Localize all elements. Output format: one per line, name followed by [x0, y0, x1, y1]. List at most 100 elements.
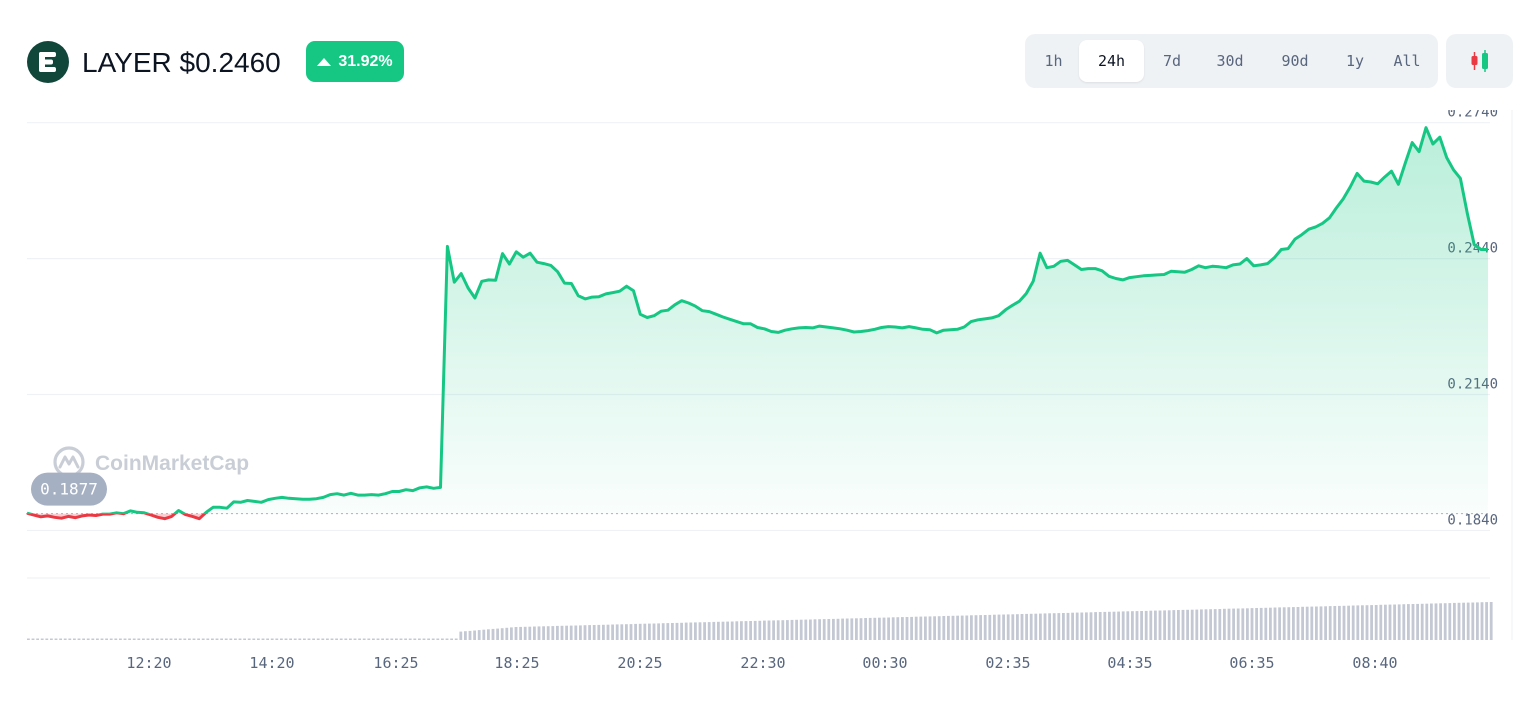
- volume-bar: [947, 615, 950, 640]
- volume-bar: [224, 638, 228, 640]
- volume-bars: [27, 577, 1493, 640]
- volume-bar: [109, 638, 113, 640]
- volume-bar: [50, 638, 53, 640]
- range-button-24h[interactable]: 24h: [1079, 40, 1144, 82]
- volume-bar: [956, 615, 959, 640]
- up-arrow-icon: [317, 57, 332, 66]
- volume-bar: [1255, 608, 1258, 640]
- volume-bar: [1411, 604, 1415, 640]
- volume-bar: [1351, 605, 1355, 640]
- volume-bar: [105, 638, 108, 640]
- volume-bar: [942, 616, 946, 640]
- volume-bar: [1434, 603, 1438, 640]
- volume-bar: [77, 638, 81, 640]
- volume-bar: [1057, 613, 1061, 640]
- volume-bar: [790, 619, 794, 640]
- volume-bar: [694, 622, 697, 640]
- volume-bar: [1407, 604, 1410, 640]
- x-tick-label: 00:30: [862, 654, 907, 672]
- volume-bar: [592, 625, 596, 640]
- volume-bar: [625, 624, 628, 640]
- volume-bar: [339, 638, 343, 640]
- volume-bar: [1328, 606, 1332, 640]
- range-button-1h[interactable]: 1h: [1031, 40, 1076, 82]
- volume-bar: [1315, 606, 1318, 640]
- volume-bar: [1324, 606, 1327, 640]
- baseline-value: 0.1877: [40, 480, 98, 499]
- volume-bar: [238, 638, 242, 640]
- volume-bar: [1186, 609, 1189, 640]
- volume-bar: [1209, 609, 1212, 640]
- volume-bar: [326, 638, 329, 640]
- volume-bar: [487, 629, 490, 640]
- volume-bar: [1430, 603, 1433, 640]
- range-button-7d[interactable]: 7d: [1147, 40, 1197, 82]
- volume-bar: [247, 638, 251, 640]
- volume-bar: [703, 622, 706, 640]
- coinmarketcap-logo-icon: [53, 446, 85, 478]
- volume-bar: [413, 638, 417, 640]
- volume-bar: [169, 638, 173, 640]
- volume-bar: [1126, 611, 1130, 640]
- volume-bar: [1319, 606, 1323, 640]
- volume-bar: [59, 638, 62, 640]
- price-change-badge: 31.92%: [306, 41, 404, 82]
- coin-price-title: LAYER $0.2460: [82, 47, 281, 78]
- range-button-30d[interactable]: 30d: [1201, 40, 1259, 82]
- volume-bar: [1246, 608, 1249, 640]
- volume-bar: [523, 626, 527, 640]
- volume-bar: [758, 620, 762, 640]
- volume-bar: [123, 638, 127, 640]
- volume-bar: [1039, 613, 1042, 640]
- volume-bar: [551, 626, 555, 640]
- volume-bar: [174, 638, 177, 640]
- candlestick-toggle-button[interactable]: [1446, 34, 1513, 88]
- volume-bar: [827, 619, 831, 640]
- volume-bar: [988, 614, 992, 640]
- volume-bar: [602, 624, 605, 640]
- volume-bar: [896, 617, 900, 640]
- volume-bar: [395, 638, 398, 640]
- volume-bar: [579, 625, 582, 640]
- volume-bar: [1439, 603, 1442, 640]
- volume-bar: [500, 628, 504, 640]
- volume-bar: [611, 624, 614, 640]
- volume-bar: [353, 638, 357, 640]
- volume-bar: [63, 638, 67, 640]
- volume-bar: [275, 638, 279, 640]
- volume-bar: [1453, 602, 1456, 640]
- watermark: CoinMarketCap: [53, 446, 249, 478]
- volume-bar: [362, 638, 366, 640]
- volume-bar: [891, 617, 895, 640]
- volume-bar: [261, 638, 265, 640]
- volume-bar: [234, 638, 237, 640]
- volume-bar: [1250, 608, 1254, 640]
- range-button-90d[interactable]: 90d: [1265, 40, 1325, 82]
- volume-bar: [1121, 611, 1125, 640]
- volume-bar: [1029, 613, 1033, 640]
- volume-bar: [491, 628, 495, 640]
- volume-bar: [905, 617, 909, 640]
- volume-bar: [1305, 606, 1309, 640]
- volume-bar: [1365, 605, 1369, 640]
- volume-bar: [1476, 602, 1479, 640]
- volume-bar: [1333, 606, 1337, 640]
- volume-bar: [155, 638, 159, 640]
- range-button-all[interactable]: All: [1383, 40, 1431, 82]
- volume-bar: [740, 621, 743, 640]
- volume-bar: [358, 638, 361, 640]
- volume-bar: [937, 616, 941, 640]
- volume-bar: [1489, 602, 1493, 640]
- volume-bar: [128, 638, 131, 640]
- volume-bar: [763, 620, 766, 640]
- range-button-1y[interactable]: 1y: [1331, 40, 1379, 82]
- volume-bar: [1310, 606, 1314, 640]
- volume-bar: [1342, 605, 1346, 640]
- volume-bar: [243, 638, 246, 640]
- volume-bar: [928, 616, 932, 640]
- volume-bar: [832, 618, 835, 640]
- volume-bar: [873, 617, 877, 640]
- volume-bar: [289, 638, 292, 640]
- volume-bar: [565, 625, 568, 640]
- volume-bar: [1462, 602, 1465, 640]
